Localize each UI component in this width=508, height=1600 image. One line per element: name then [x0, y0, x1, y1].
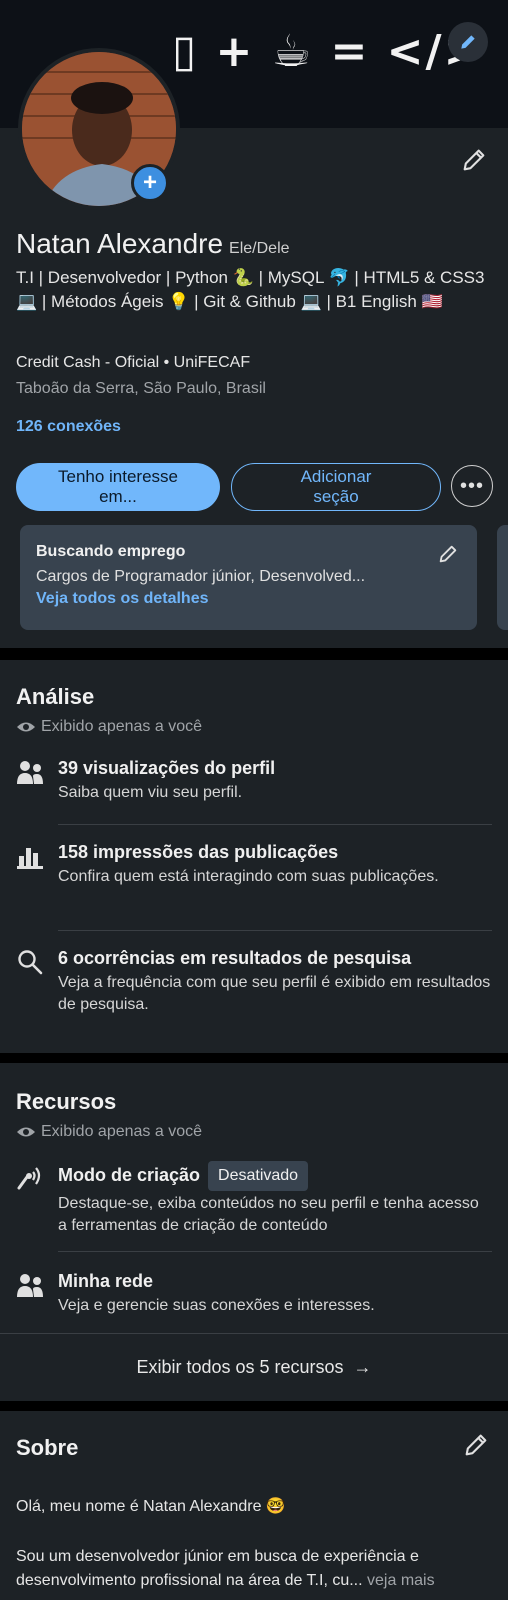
private-note-text: Exibido apenas a você	[41, 1123, 202, 1140]
search-icon	[18, 950, 43, 975]
item-desc: Confira quem está interagindo com suas p…	[58, 868, 439, 885]
item-title: 6 ocorrências em resultados de pesquisa	[58, 948, 412, 968]
connections-link[interactable]: 126 conexões	[16, 418, 121, 436]
analytics-section: Análise Exibido apenas a você 39 visuali…	[0, 660, 508, 1053]
private-note-text: Exibido apenas a você	[41, 718, 202, 735]
analytics-item-profile-views[interactable]: 39 visualizações do perfil Saiba quem vi…	[16, 756, 492, 816]
show-all-label: Exibir todos os 5 recursos	[136, 1357, 344, 1377]
creator-mode-title: Modo de criação	[58, 1164, 201, 1185]
resources-item-creator-mode[interactable]: Modo de criação Desativado Destaque-se, e…	[16, 1161, 492, 1241]
open-to-work-description: Cargos de Programador júnior, Desenvolve…	[36, 568, 366, 585]
pencil-icon	[439, 545, 457, 563]
resources-section: Recursos Exibido apenas a você Modo de c…	[0, 1063, 508, 1401]
about-body: Sou um desenvolvedor júnior em busca de …	[16, 1545, 494, 1593]
edit-intro-button[interactable]	[460, 146, 488, 179]
plus-icon: +	[142, 169, 157, 196]
more-options-button[interactable]: •••	[451, 465, 493, 507]
interest-button-label: Tenho interesse em...	[57, 467, 179, 506]
see-more-link[interactable]: veja mais	[367, 1572, 435, 1589]
edit-about-button[interactable]	[462, 1431, 490, 1464]
people-icon	[17, 761, 43, 784]
pencil-icon	[463, 149, 485, 171]
analytics-title: Análise	[16, 684, 95, 709]
resources-title: Recursos	[16, 1089, 117, 1114]
about-section: Sobre Olá, meu nome é Natan Alexandre 🤓 …	[0, 1411, 508, 1600]
pencil-icon	[461, 35, 475, 49]
item-desc: Destaque-se, exiba conteúdos no seu perf…	[58, 1195, 479, 1234]
item-title: Minha rede	[58, 1271, 154, 1291]
divider	[58, 1251, 492, 1252]
analytics-private-note: Exibido apenas a você	[16, 718, 202, 736]
resources-item-my-network[interactable]: Minha rede Veja e gerencie suas conexões…	[16, 1269, 492, 1325]
divider	[58, 930, 492, 931]
banner-art: ▯ + ☕ = </>	[172, 26, 483, 77]
next-card-peek[interactable]	[497, 525, 508, 630]
add-section-button-label: Adicionar seção	[300, 467, 372, 506]
profile-headline: T.I | Desenvolvedor | Python 🐍 | MySQL 🐬…	[16, 268, 485, 311]
analytics-item-impressions[interactable]: 158 impressões das publicações Confira q…	[16, 840, 492, 920]
profile-organization[interactable]: Credit Cash - Oficial • UniFECAF	[16, 354, 250, 372]
item-desc: Veja a frequência com que seu perfil é e…	[58, 974, 491, 1013]
show-all-resources-button[interactable]: Exibir todos os 5 recursos →	[0, 1333, 508, 1401]
about-body-text: Sou um desenvolvedor júnior em busca de …	[16, 1548, 419, 1589]
more-icon: •••	[459, 474, 484, 497]
eye-icon	[17, 722, 35, 732]
bar-chart-icon	[17, 848, 43, 869]
item-desc: Saiba quem viu seu perfil.	[58, 784, 243, 801]
eye-icon	[17, 1127, 35, 1137]
item-title: Modo de criação Desativado	[58, 1161, 492, 1191]
people-icon	[17, 1274, 43, 1297]
name-row: Natan Alexandre Ele/Dele	[16, 228, 290, 260]
about-title: Sobre	[16, 1435, 79, 1460]
analytics-item-search-appearances[interactable]: 6 ocorrências em resultados de pesquisa …	[16, 946, 492, 1026]
open-to-work-card[interactable]: Buscando emprego Cargos de Programador j…	[20, 525, 477, 630]
broadcast-icon	[17, 1167, 41, 1190]
open-to-work-edit-button[interactable]	[437, 543, 459, 570]
divider	[58, 824, 492, 825]
profile-name: Natan Alexandre	[16, 228, 224, 259]
arrow-right-icon: →	[353, 1357, 372, 1377]
interest-button[interactable]: Tenho interesse em...	[16, 463, 220, 511]
open-to-work-details-link[interactable]: Veja todos os detalhes	[36, 590, 461, 608]
open-to-work-title: Buscando emprego	[36, 543, 186, 560]
item-title: 158 impressões das publicações	[58, 842, 339, 862]
resources-private-note: Exibido apenas a você	[16, 1123, 202, 1141]
status-badge: Desativado	[208, 1161, 309, 1191]
profile-pronouns: Ele/Dele	[229, 240, 290, 257]
item-title: 39 visualizações do perfil	[58, 758, 276, 778]
profile-location: Taboão da Serra, São Paulo, Brasil	[16, 380, 266, 397]
add-photo-button[interactable]: +	[131, 164, 169, 202]
about-greeting: Olá, meu nome é Natan Alexandre 🤓	[16, 1498, 286, 1515]
banner-edit-button[interactable]	[448, 22, 488, 62]
item-desc: Veja e gerencie suas conexões e interess…	[58, 1297, 375, 1314]
add-section-button[interactable]: Adicionar seção	[231, 463, 441, 511]
pencil-icon	[465, 1434, 487, 1456]
